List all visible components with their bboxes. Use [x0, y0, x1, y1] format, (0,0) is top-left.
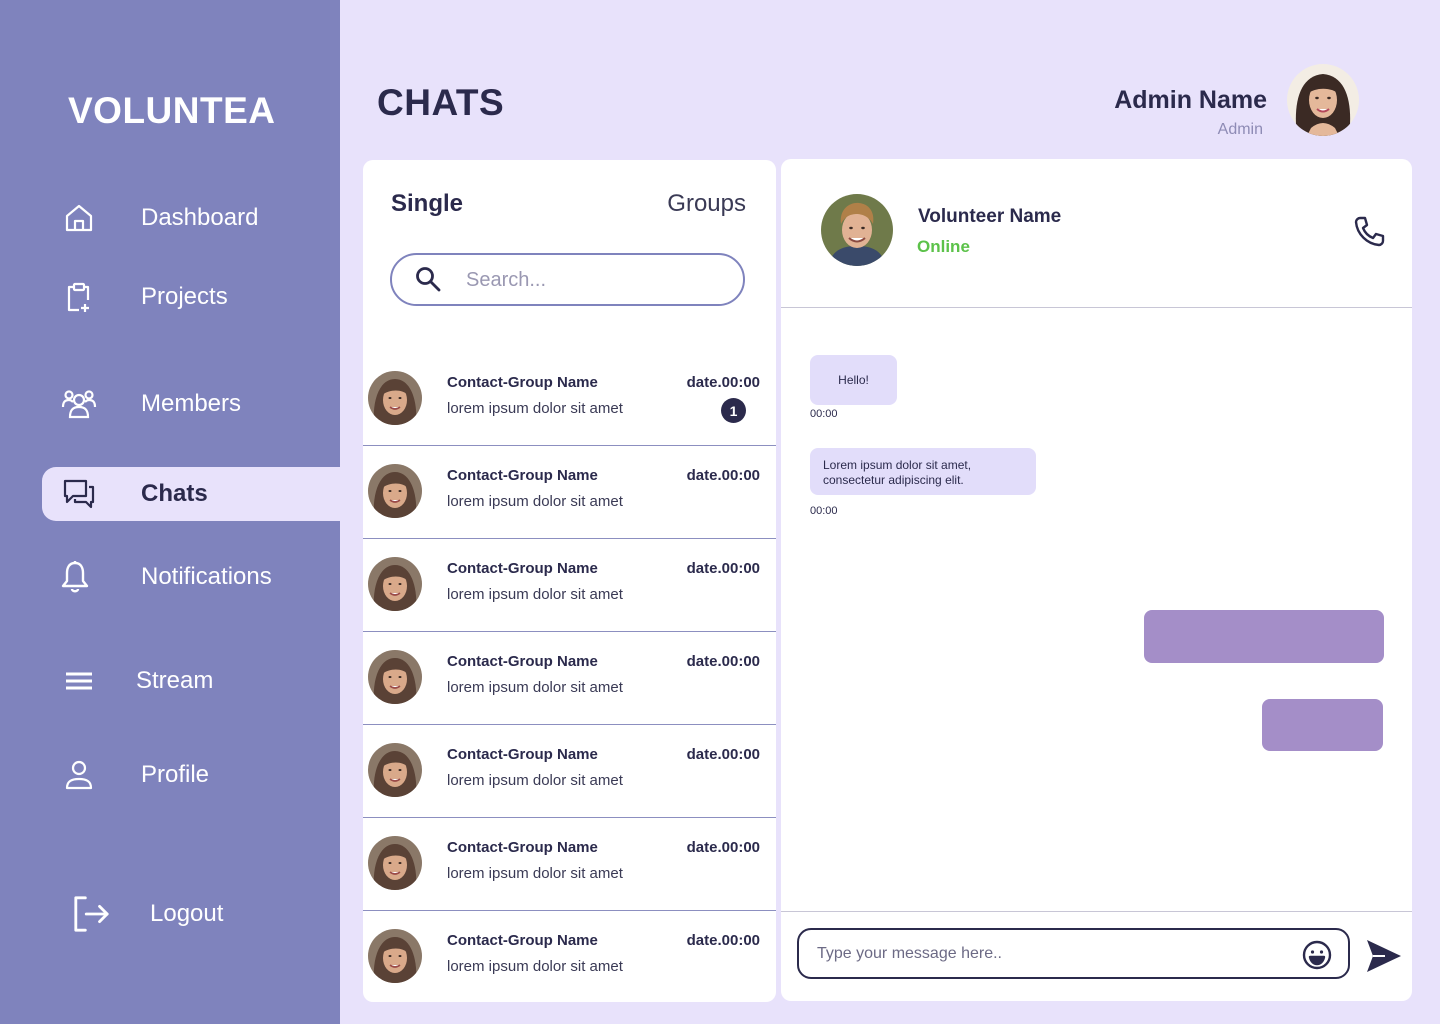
message-composer	[781, 911, 1412, 1001]
user-icon	[60, 756, 98, 794]
sidebar-item-members[interactable]: Members	[0, 377, 340, 431]
message-bubble-incoming: Lorem ipsum dolor sit amet, consectetur …	[810, 448, 1036, 495]
contact-avatar	[368, 929, 422, 983]
contact-message: lorem ipsum dolor sit amet	[447, 772, 623, 789]
contact-row[interactable]: Contact-Group Name lorem ipsum dolor sit…	[363, 725, 776, 818]
sidebar-item-label: Logout	[150, 900, 224, 927]
menu-icon	[60, 662, 98, 700]
sidebar-item-stream[interactable]: Stream	[0, 654, 340, 708]
sidebar-item-logout[interactable]: Logout	[0, 887, 340, 941]
contact-row[interactable]: Contact-Group Name lorem ipsum dolor sit…	[363, 446, 776, 539]
emoji-icon[interactable]	[1301, 939, 1333, 971]
contact-avatar	[368, 743, 422, 797]
contact-avatar	[368, 371, 422, 425]
contact-message: lorem ipsum dolor sit amet	[447, 865, 623, 882]
contact-date: date.00:00	[686, 467, 760, 484]
send-icon[interactable]	[1365, 938, 1403, 974]
contact-name: Contact-Group Name	[447, 932, 598, 949]
sidebar-item-label: Chats	[141, 480, 208, 507]
tab-single[interactable]: Single	[391, 190, 463, 218]
contact-date: date.00:00	[686, 932, 760, 949]
message-bubble-outgoing	[1144, 610, 1384, 663]
contact-row[interactable]: Contact-Group Name lorem ipsum dolor sit…	[363, 539, 776, 632]
contact-avatar	[368, 650, 422, 704]
sidebar-item-label: Projects	[141, 283, 228, 310]
contact-avatar	[368, 464, 422, 518]
sidebar-item-notifications[interactable]: Notifications	[0, 550, 340, 604]
contact-row[interactable]: Contact-Group Name lorem ipsum dolor sit…	[363, 353, 776, 446]
message-bubble-incoming: Hello!	[810, 355, 897, 405]
phone-icon[interactable]	[1352, 214, 1386, 248]
clipboard-plus-icon	[60, 278, 98, 316]
contact-name: Contact-Group Name	[447, 374, 598, 391]
contact-message: lorem ipsum dolor sit amet	[447, 400, 623, 417]
contact-name: Contact-Group Name	[447, 746, 598, 763]
contact-row[interactable]: Contact-Group Name lorem ipsum dolor sit…	[363, 818, 776, 911]
search-bar[interactable]	[390, 253, 745, 306]
users-icon	[60, 385, 98, 423]
search-icon	[414, 265, 442, 293]
contact-name: Contact-Group Name	[447, 467, 598, 484]
sidebar-item-label: Profile	[141, 761, 210, 788]
contact-message: lorem ipsum dolor sit amet	[447, 493, 623, 510]
message-text: Hello!	[838, 373, 869, 387]
sidebar-item-profile[interactable]: Profile	[0, 748, 340, 802]
message-bubble-outgoing	[1262, 699, 1383, 751]
chat-icon	[60, 475, 98, 513]
sidebar-item-label: Members	[141, 390, 242, 417]
contact-avatar	[368, 557, 422, 611]
bell-icon	[56, 558, 94, 596]
contact-date: date.00:00	[686, 746, 760, 763]
contact-date: date.00:00	[686, 653, 760, 670]
sidebar-item-dashboard[interactable]: Dashboard	[0, 191, 340, 245]
sidebar-item-projects[interactable]: Projects	[0, 270, 340, 324]
sidebar-item-chats[interactable]: Chats	[42, 467, 340, 521]
contact-name: Contact-Group Name	[447, 560, 598, 577]
message-text: Lorem ipsum dolor sit amet, consectetur …	[823, 458, 972, 487]
contact-message: lorem ipsum dolor sit amet	[447, 586, 623, 603]
contact-avatar	[368, 836, 422, 890]
unread-badge: 1	[721, 398, 746, 423]
tab-groups[interactable]: Groups	[667, 190, 746, 218]
volunteer-name: Volunteer Name	[918, 206, 1062, 227]
contact-date: date.00:00	[686, 560, 760, 577]
admin-role: Admin	[1217, 121, 1263, 138]
app-logo: VOLUNTEA	[68, 90, 276, 131]
contact-row[interactable]: Contact-Group Name lorem ipsum dolor sit…	[363, 911, 776, 1002]
sidebar: VOLUNTEA Dashboard Projects Members Chat…	[0, 0, 340, 1024]
online-status: Online	[917, 237, 970, 256]
contact-date: date.00:00	[686, 374, 760, 391]
sidebar-item-label: Stream	[136, 667, 214, 694]
admin-avatar[interactable]	[1287, 64, 1359, 136]
message-box[interactable]	[797, 928, 1350, 979]
search-input[interactable]	[466, 267, 726, 293]
contact-message: lorem ipsum dolor sit amet	[447, 958, 623, 975]
home-icon	[60, 199, 98, 237]
admin-name: Admin Name	[1114, 86, 1267, 114]
volunteer-avatar[interactable]	[821, 194, 893, 266]
chat-header: Volunteer Name Online	[781, 159, 1412, 308]
sidebar-item-label: Notifications	[141, 563, 272, 590]
message-input[interactable]	[817, 943, 1287, 965]
sidebar-item-label: Dashboard	[141, 204, 259, 231]
page-title: CHATS	[377, 82, 505, 123]
contact-date: date.00:00	[686, 839, 760, 856]
contacts-panel: Single Groups Contact-Group Name lorem i…	[363, 160, 776, 1002]
contact-name: Contact-Group Name	[447, 839, 598, 856]
logout-icon	[72, 895, 110, 933]
message-time: 00:00	[810, 408, 838, 420]
contact-message: lorem ipsum dolor sit amet	[447, 679, 623, 696]
contact-row[interactable]: Contact-Group Name lorem ipsum dolor sit…	[363, 632, 776, 725]
chat-panel: Volunteer Name Online Hello! 00:00 Lorem…	[781, 159, 1412, 1001]
message-time: 00:00	[810, 505, 838, 517]
contact-name: Contact-Group Name	[447, 653, 598, 670]
